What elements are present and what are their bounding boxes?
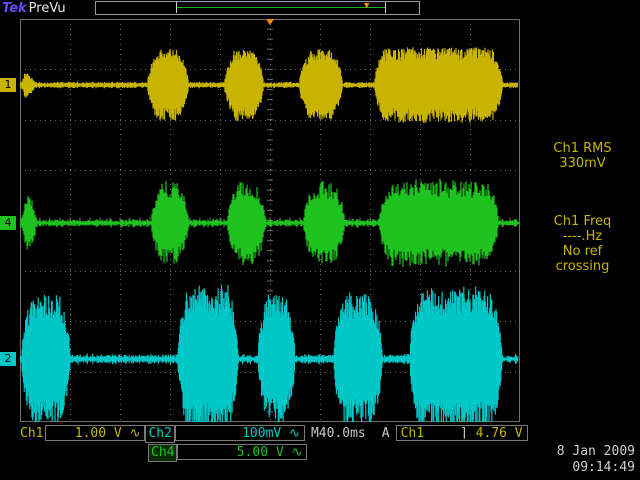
- ch4-marker-label[interactable]: 4: [0, 216, 16, 230]
- trigger-source: Ch1: [400, 426, 425, 441]
- ch2-waveform: [20, 285, 519, 422]
- acquisition-mode: PreVu: [28, 1, 66, 16]
- trigger-time-icon: [266, 19, 274, 25]
- waveform-display[interactable]: [20, 19, 520, 422]
- rms-value: 330mV: [559, 156, 606, 171]
- trigger-mode-label: A: [381, 426, 390, 441]
- timebase-readout[interactable]: M40.0ms: [311, 426, 366, 441]
- ch2-label[interactable]: Ch2: [145, 425, 175, 443]
- trigger-level: 4.76 V: [475, 426, 523, 441]
- ch1-coupling-icon: ∿: [129, 426, 141, 441]
- channel-settings-row: Ch1 1.00 V ∿ Ch2 100mV ∿ M40.0ms A Ch1 ⌉ 4.76 V: [18, 425, 528, 443]
- rms-measurement: Ch1 RMS 330mV: [525, 141, 640, 171]
- trigger-settings-box[interactable]: Ch1 ⌉ 4.76 V: [395, 425, 528, 441]
- ch1-waveform: [20, 47, 519, 124]
- time-label: 09:14:49: [572, 460, 635, 475]
- freq-note-2: crossing: [555, 259, 610, 274]
- trigger-slope-icon: ⌉: [459, 426, 468, 441]
- ch4-coupling-icon: ∿: [291, 445, 303, 460]
- channel-settings-row-2: Ch4 5.00 V ∿: [148, 444, 308, 462]
- brand-label: Tek PreVu: [2, 1, 66, 17]
- ch1-scale-box[interactable]: 1.00 V ∿: [45, 425, 146, 441]
- record-length-bar: ▼: [95, 1, 420, 15]
- ch1-marker-label[interactable]: 1: [0, 78, 16, 92]
- date-label: 8 Jan 2009: [556, 444, 635, 459]
- ch4-scale: 5.00 V: [236, 445, 284, 460]
- ch1-label[interactable]: Ch1: [18, 426, 45, 442]
- ch2-coupling-icon: ∿: [289, 426, 300, 441]
- status-bar: Tek PreVu ▼: [0, 0, 640, 18]
- datetime-readout: 8 Jan 2009 09:14:49: [535, 444, 635, 476]
- ch1-scale: 1.00 V: [74, 426, 122, 441]
- ch2-marker-label[interactable]: 2: [0, 352, 16, 366]
- frequency-measurement: Ch1 Freq ----.Hz No ref crossing: [525, 214, 640, 274]
- ch4-waveform: [20, 178, 518, 268]
- ch2-scale: 100mV: [242, 426, 282, 441]
- rms-title: Ch1 RMS: [553, 141, 612, 156]
- record-view-window: [176, 2, 386, 13]
- ch4-label[interactable]: Ch4: [148, 444, 178, 462]
- freq-note-1: No ref: [562, 244, 603, 259]
- trigger-position-icon: ▼: [364, 1, 370, 11]
- ch4-scale-box[interactable]: 5.00 V ∿: [177, 444, 308, 460]
- freq-title: Ch1 Freq: [553, 214, 612, 229]
- waveform-traces: [20, 47, 519, 422]
- freq-value: ----.Hz: [562, 229, 603, 244]
- brand-logo: Tek: [2, 1, 27, 16]
- ch2-scale-box[interactable]: 100mV ∿: [174, 425, 305, 441]
